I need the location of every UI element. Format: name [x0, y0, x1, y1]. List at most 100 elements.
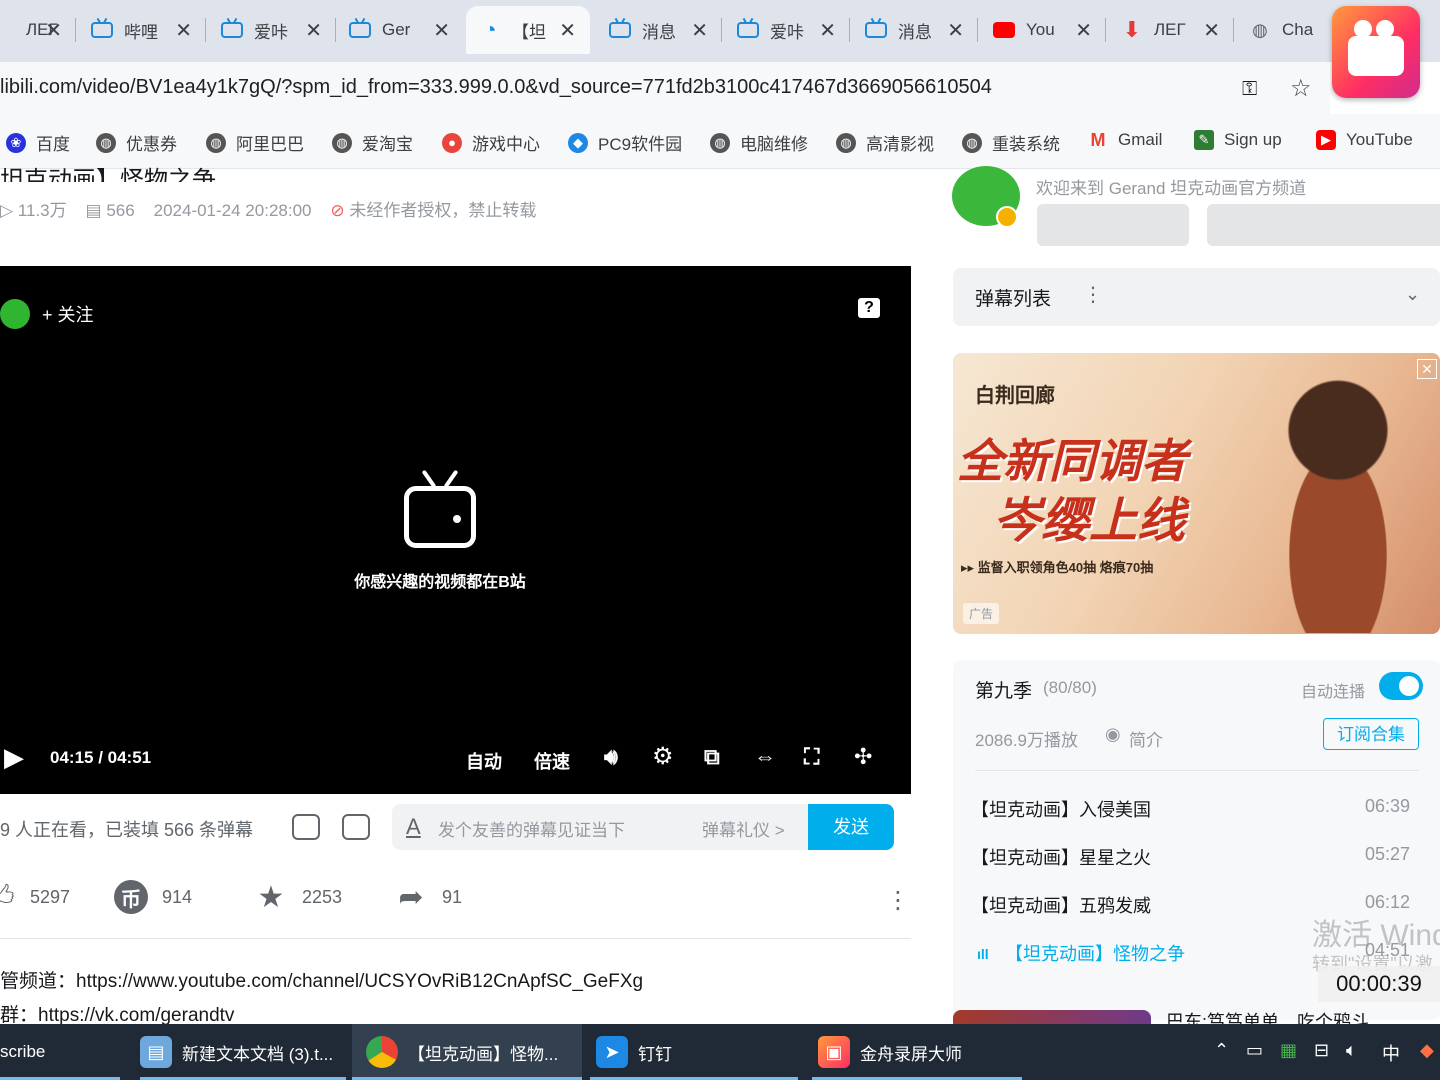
chrome-icon — [366, 1036, 398, 1068]
bookmark-reinstall[interactable]: ◍ 重装系统 — [962, 130, 1060, 155]
key-icon[interactable]: ⚿ — [1242, 78, 1257, 101]
widescreen-icon[interactable]: ⇔ — [754, 744, 776, 770]
tab-6[interactable]: 爱咔 ✕ — [724, 6, 850, 54]
danmaku-settings-icon[interactable] — [342, 814, 370, 840]
address-bar[interactable]: libili.com/video/BV1ea4y1k7gQ/?spm_id_fr… — [0, 62, 1330, 114]
thumbs-up-icon: 👍︎ — [0, 880, 16, 914]
tab-4-active[interactable]: ◔ 【坦 ✕ — [466, 6, 590, 54]
close-icon[interactable]: ✕ — [1075, 18, 1092, 43]
help-icon[interactable]: ? — [858, 298, 880, 318]
close-icon[interactable]: ✕ — [1417, 359, 1437, 379]
close-icon[interactable]: ✕ — [947, 18, 964, 43]
bookmark-game-center[interactable]: ● 游戏中心 — [442, 130, 540, 155]
settings-gear-icon[interactable]: ⚙ — [652, 742, 674, 771]
send-button[interactable]: 发送 — [808, 804, 894, 850]
ime-indicator[interactable]: 中 — [1382, 1040, 1400, 1066]
volume-muted-icon[interactable]: 🔈︎ — [1346, 1040, 1357, 1061]
web-fullscreen-icon[interactable]: ⛶ — [804, 744, 819, 770]
close-icon[interactable]: ✕ — [45, 18, 62, 43]
player-follow-button[interactable]: + 关注 — [0, 299, 94, 329]
taskbar-item-chrome[interactable]: 【坦克动画】怪物... — [352, 1024, 582, 1080]
fullscreen-icon[interactable]: ✣ — [854, 744, 872, 770]
like-button[interactable]: 👍︎ 5297 — [0, 880, 70, 914]
subscribe-collection-button[interactable]: 订阅合集 — [1323, 718, 1419, 750]
favorite-button[interactable]: ★ 2253 — [254, 880, 343, 914]
bookmark-baidu[interactable]: ❀ 百度 — [6, 130, 70, 155]
network-icon[interactable]: ⊟ — [1314, 1040, 1329, 1061]
volume-icon[interactable]: 🔊︎ — [604, 744, 618, 770]
battery-icon[interactable]: ▭ — [1246, 1040, 1263, 1061]
episode-item-current[interactable]: 【坦克动画】怪物之争 — [1005, 940, 1185, 966]
episode-item[interactable]: 【坦克动画】入侵美国 — [971, 796, 1151, 822]
share-count: 91 — [442, 886, 463, 907]
app-grid-icon[interactable]: ▦ — [1280, 1040, 1297, 1061]
share-button[interactable]: ➦ 91 — [394, 880, 462, 914]
mars-icon — [0, 19, 16, 41]
tab-9[interactable]: ⬇ ЛЕГ ✕ — [1108, 6, 1234, 54]
bookmark-hd-video[interactable]: ◍ 高清影视 — [836, 130, 934, 155]
tab-1[interactable]: 哔哩 ✕ — [78, 6, 206, 54]
url-text[interactable]: libili.com/video/BV1ea4y1k7gQ/?spm_id_fr… — [0, 76, 992, 99]
follow-button[interactable] — [1207, 204, 1440, 246]
chevron-up-icon[interactable]: ⌃ — [1214, 1040, 1229, 1061]
kebab-menu-icon[interactable]: ⋮ — [1083, 282, 1103, 307]
bookmark-pc-repair[interactable]: ◍ 电脑维修 — [710, 130, 808, 155]
dingtalk-icon: ➤ — [596, 1036, 628, 1068]
video-player[interactable]: + 关注 ? 你感兴趣的视频都在B站 ▶ 04:15 / 04:51 自动 倍速… — [0, 266, 911, 794]
episode-item[interactable]: 【坦克动画】星星之火 — [971, 844, 1151, 870]
episode-item[interactable]: 【坦克动画】五鸦发威 — [971, 892, 1151, 918]
tab-3[interactable]: Ger ✕ — [336, 6, 464, 54]
tab-8[interactable]: You ✕ — [980, 6, 1106, 54]
tab-0[interactable]: ЛЕГ ✕ — [0, 6, 76, 54]
bookmark-aitaobao[interactable]: ◍ 爱淘宝 — [332, 130, 413, 155]
recommend-thumbnail[interactable] — [953, 1010, 1151, 1024]
copyright-notice: 未经作者授权，禁止转载 — [349, 201, 537, 220]
danmaku-input[interactable]: A 发个友善的弹幕见证当下 弹幕礼仪 > — [392, 804, 808, 850]
danmaku-toggle-icon[interactable] — [292, 814, 320, 840]
bookmark-youtube[interactable]: ▶ YouTube — [1316, 130, 1413, 150]
pip-icon[interactable]: ⧉ — [704, 744, 720, 770]
now-playing-icon: ıll — [977, 946, 989, 962]
ad-banner[interactable]: 白荆回廊 全新同调者 岑缨上线 ▸▸ 监督入职领角色40抽 烙痕70抽 广告 ✕ — [953, 353, 1440, 634]
close-icon[interactable]: ✕ — [691, 18, 708, 43]
tab-10[interactable]: ◍ Cha — [1236, 6, 1332, 54]
bookmark-signup[interactable]: ✎ Sign up — [1194, 130, 1282, 150]
recommend-title[interactable]: 巴东:笃笃单单，吃个鸦斗 — [1166, 1008, 1369, 1024]
chevron-down-icon[interactable]: ⌄ — [1405, 284, 1420, 305]
play-icon[interactable]: ▶ — [4, 742, 24, 773]
uploader-avatar[interactable] — [952, 166, 1020, 228]
danmaku-list-panel[interactable]: 弹幕列表 ⋮ ⌄ — [953, 268, 1440, 326]
close-icon[interactable]: ✕ — [1203, 18, 1220, 43]
tab-2[interactable]: 爱咔 ✕ — [208, 6, 336, 54]
coin-button[interactable]: 币 914 — [114, 880, 192, 914]
autoplay-toggle[interactable] — [1379, 672, 1423, 700]
player-controls: ▶ 04:15 / 04:51 自动 倍速 🔊︎ ⚙ ⧉ ⇔ ⛶ ✣ — [0, 742, 911, 782]
tab-label: Ger — [382, 20, 411, 39]
bookmark-gmail[interactable]: M Gmail — [1088, 130, 1163, 150]
bookmark-pc9[interactable]: ◆ PC9软件园 — [568, 130, 682, 155]
close-icon[interactable]: ✕ — [175, 18, 192, 43]
font-style-icon[interactable]: A — [406, 814, 421, 840]
close-icon[interactable]: ✕ — [305, 18, 322, 43]
danmaku-etiquette-link[interactable]: 弹幕礼仪 > — [702, 816, 785, 841]
close-icon[interactable]: ✕ — [559, 18, 576, 43]
globe-icon: ◍ — [96, 132, 116, 153]
speed-button[interactable]: 倍速 — [534, 748, 570, 774]
taskbar-item-recorder[interactable]: ▣ 金舟录屏大师 — [812, 1024, 1022, 1080]
quality-auto-button[interactable]: 自动 — [466, 748, 502, 774]
bookmark-star-icon[interactable]: ☆ — [1290, 74, 1312, 103]
close-icon[interactable]: ✕ — [819, 18, 836, 43]
more-options-icon[interactable]: ⋮ — [886, 886, 910, 915]
tab-5[interactable]: 消息 ✕ — [596, 6, 722, 54]
tab-7[interactable]: 消息 ✕ — [852, 6, 978, 54]
taskbar-item-notepad[interactable]: ▤ 新建文本文档 (3).t... — [140, 1024, 346, 1080]
charge-button[interactable] — [1037, 204, 1189, 246]
tray-app-icon[interactable]: ◆ — [1420, 1040, 1434, 1061]
bookmark-coupon[interactable]: ◍ 优惠券 — [96, 130, 177, 155]
close-icon[interactable]: ✕ — [433, 18, 450, 43]
taskbar-item[interactable]: scribe — [0, 1024, 120, 1080]
taskbar-item-dingtalk[interactable]: ➤ 钉钉 — [590, 1024, 798, 1080]
bookmark-alibaba[interactable]: ◍ 阿里巴巴 — [206, 130, 304, 155]
intro-link[interactable]: 简介 — [1129, 726, 1163, 751]
view-count: 11.3万 — [17, 201, 67, 220]
